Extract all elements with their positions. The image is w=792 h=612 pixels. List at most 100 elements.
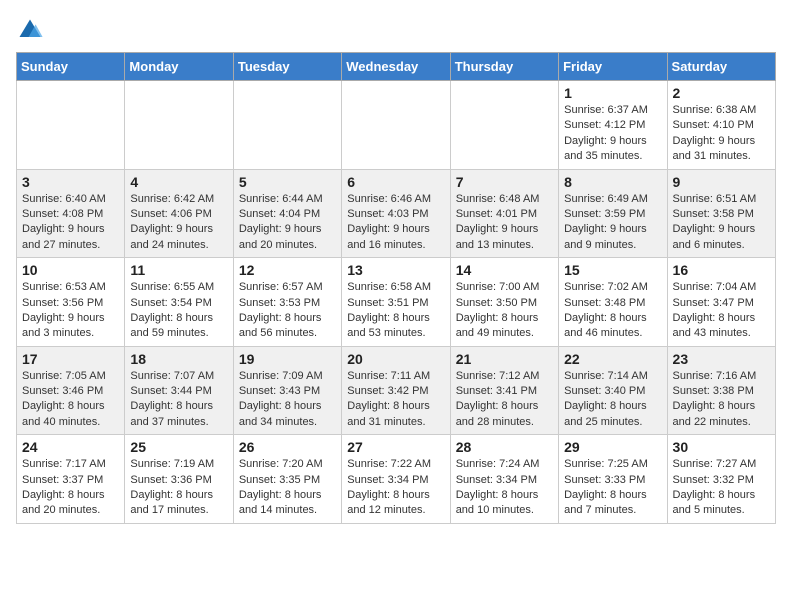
day-info: Sunrise: 6:57 AM Sunset: 3:53 PM Dayligh…	[239, 280, 336, 342]
column-header-sunday: Sunday	[17, 53, 125, 81]
calendar-cell: 10 Sunrise: 6:53 AM Sunset: 3:56 PM Dayli…	[17, 258, 125, 347]
day-number: 7	[456, 174, 553, 190]
day-info: Sunrise: 6:38 AM Sunset: 4:10 PM Dayligh…	[673, 103, 770, 165]
day-info: Sunrise: 7:00 AM Sunset: 3:50 PM Dayligh…	[456, 280, 553, 342]
calendar-cell: 23 Sunrise: 7:16 AM Sunset: 3:38 PM Dayli…	[667, 346, 775, 435]
calendar-cell: 5 Sunrise: 6:44 AM Sunset: 4:04 PM Daylig…	[233, 169, 341, 258]
day-number: 18	[130, 351, 227, 367]
day-number: 30	[673, 439, 770, 455]
day-number: 20	[347, 351, 444, 367]
calendar-cell: 30 Sunrise: 7:27 AM Sunset: 3:32 PM Dayli…	[667, 435, 775, 524]
day-info: Sunrise: 7:11 AM Sunset: 3:42 PM Dayligh…	[347, 369, 444, 431]
day-number: 1	[564, 85, 661, 101]
column-header-wednesday: Wednesday	[342, 53, 450, 81]
calendar-cell	[450, 81, 558, 170]
day-info: Sunrise: 7:27 AM Sunset: 3:32 PM Dayligh…	[673, 457, 770, 519]
day-info: Sunrise: 7:04 AM Sunset: 3:47 PM Dayligh…	[673, 280, 770, 342]
day-info: Sunrise: 7:16 AM Sunset: 3:38 PM Dayligh…	[673, 369, 770, 431]
day-info: Sunrise: 7:25 AM Sunset: 3:33 PM Dayligh…	[564, 457, 661, 519]
calendar-week-row: 24 Sunrise: 7:17 AM Sunset: 3:37 PM Dayli…	[17, 435, 776, 524]
day-number: 11	[130, 262, 227, 278]
calendar-cell: 16 Sunrise: 7:04 AM Sunset: 3:47 PM Dayli…	[667, 258, 775, 347]
column-header-saturday: Saturday	[667, 53, 775, 81]
calendar-cell: 7Sunrise: 6:48 AM Sunset: 4:01 PM Daylig…	[450, 169, 558, 258]
day-info: Sunrise: 7:02 AM Sunset: 3:48 PM Dayligh…	[564, 280, 661, 342]
calendar-header-row: SundayMondayTuesdayWednesdayThursdayFrid…	[17, 53, 776, 81]
calendar-cell: 22 Sunrise: 7:14 AM Sunset: 3:40 PM Dayli…	[559, 346, 667, 435]
column-header-thursday: Thursday	[450, 53, 558, 81]
day-number: 16	[673, 262, 770, 278]
calendar-cell: 1 Sunrise: 6:37 AM Sunset: 4:12 PM Daylig…	[559, 81, 667, 170]
logo	[16, 16, 48, 44]
day-info: Sunrise: 6:40 AM Sunset: 4:08 PM Dayligh…	[22, 192, 119, 254]
calendar-cell: 25 Sunrise: 7:19 AM Sunset: 3:36 PM Dayli…	[125, 435, 233, 524]
day-info: Sunrise: 6:49 AM Sunset: 3:59 PM Dayligh…	[564, 192, 661, 254]
day-number: 24	[22, 439, 119, 455]
calendar-cell: 3 Sunrise: 6:40 AM Sunset: 4:08 PM Daylig…	[17, 169, 125, 258]
day-number: 9	[673, 174, 770, 190]
day-number: 3	[22, 174, 119, 190]
day-number: 6	[347, 174, 444, 190]
calendar-cell: 12 Sunrise: 6:57 AM Sunset: 3:53 PM Dayli…	[233, 258, 341, 347]
day-info: Sunrise: 6:44 AM Sunset: 4:04 PM Dayligh…	[239, 192, 336, 254]
day-number: 2	[673, 85, 770, 101]
calendar-week-row: 1 Sunrise: 6:37 AM Sunset: 4:12 PM Daylig…	[17, 81, 776, 170]
calendar-week-row: 10 Sunrise: 6:53 AM Sunset: 3:56 PM Dayli…	[17, 258, 776, 347]
day-number: 25	[130, 439, 227, 455]
calendar-cell: 20 Sunrise: 7:11 AM Sunset: 3:42 PM Dayli…	[342, 346, 450, 435]
day-number: 17	[22, 351, 119, 367]
calendar-cell: 28 Sunrise: 7:24 AM Sunset: 3:34 PM Dayli…	[450, 435, 558, 524]
calendar-cell: 13 Sunrise: 6:58 AM Sunset: 3:51 PM Dayli…	[342, 258, 450, 347]
day-number: 23	[673, 351, 770, 367]
day-info: Sunrise: 6:46 AM Sunset: 4:03 PM Dayligh…	[347, 192, 444, 254]
day-number: 22	[564, 351, 661, 367]
day-info: Sunrise: 7:22 AM Sunset: 3:34 PM Dayligh…	[347, 457, 444, 519]
calendar-cell: 29 Sunrise: 7:25 AM Sunset: 3:33 PM Dayli…	[559, 435, 667, 524]
day-number: 28	[456, 439, 553, 455]
day-number: 21	[456, 351, 553, 367]
day-info: Sunrise: 6:42 AM Sunset: 4:06 PM Dayligh…	[130, 192, 227, 254]
day-info: Sunrise: 7:19 AM Sunset: 3:36 PM Dayligh…	[130, 457, 227, 519]
day-info: Sunrise: 6:37 AM Sunset: 4:12 PM Dayligh…	[564, 103, 661, 165]
day-number: 12	[239, 262, 336, 278]
calendar-cell: 24 Sunrise: 7:17 AM Sunset: 3:37 PM Dayli…	[17, 435, 125, 524]
day-info: Sunrise: 6:58 AM Sunset: 3:51 PM Dayligh…	[347, 280, 444, 342]
calendar-cell	[125, 81, 233, 170]
day-info: Sunrise: 7:14 AM Sunset: 3:40 PM Dayligh…	[564, 369, 661, 431]
day-number: 15	[564, 262, 661, 278]
calendar-cell	[342, 81, 450, 170]
day-info: Sunrise: 6:51 AM Sunset: 3:58 PM Dayligh…	[673, 192, 770, 254]
day-info: Sunrise: 7:05 AM Sunset: 3:46 PM Dayligh…	[22, 369, 119, 431]
day-number: 29	[564, 439, 661, 455]
calendar-cell: 15 Sunrise: 7:02 AM Sunset: 3:48 PM Dayli…	[559, 258, 667, 347]
day-info: Sunrise: 7:24 AM Sunset: 3:34 PM Dayligh…	[456, 457, 553, 519]
calendar-cell: 8Sunrise: 6:49 AM Sunset: 3:59 PM Daylig…	[559, 169, 667, 258]
calendar-cell: 6 Sunrise: 6:46 AM Sunset: 4:03 PM Daylig…	[342, 169, 450, 258]
calendar-cell: 11 Sunrise: 6:55 AM Sunset: 3:54 PM Dayli…	[125, 258, 233, 347]
calendar-cell: 9 Sunrise: 6:51 AM Sunset: 3:58 PM Daylig…	[667, 169, 775, 258]
logo-icon	[16, 16, 44, 44]
day-info: Sunrise: 7:09 AM Sunset: 3:43 PM Dayligh…	[239, 369, 336, 431]
column-header-friday: Friday	[559, 53, 667, 81]
day-info: Sunrise: 7:12 AM Sunset: 3:41 PM Dayligh…	[456, 369, 553, 431]
day-info: Sunrise: 7:17 AM Sunset: 3:37 PM Dayligh…	[22, 457, 119, 519]
calendar-cell	[17, 81, 125, 170]
calendar-cell: 18 Sunrise: 7:07 AM Sunset: 3:44 PM Dayli…	[125, 346, 233, 435]
calendar-cell: 27 Sunrise: 7:22 AM Sunset: 3:34 PM Dayli…	[342, 435, 450, 524]
day-number: 19	[239, 351, 336, 367]
calendar-week-row: 3 Sunrise: 6:40 AM Sunset: 4:08 PM Daylig…	[17, 169, 776, 258]
day-info: Sunrise: 7:07 AM Sunset: 3:44 PM Dayligh…	[130, 369, 227, 431]
day-number: 5	[239, 174, 336, 190]
calendar-table: SundayMondayTuesdayWednesdayThursdayFrid…	[16, 52, 776, 524]
day-info: Sunrise: 7:20 AM Sunset: 3:35 PM Dayligh…	[239, 457, 336, 519]
page-header	[16, 16, 776, 44]
column-header-tuesday: Tuesday	[233, 53, 341, 81]
day-number: 13	[347, 262, 444, 278]
day-info: Sunrise: 6:55 AM Sunset: 3:54 PM Dayligh…	[130, 280, 227, 342]
calendar-cell	[233, 81, 341, 170]
calendar-week-row: 17 Sunrise: 7:05 AM Sunset: 3:46 PM Dayli…	[17, 346, 776, 435]
day-number: 10	[22, 262, 119, 278]
day-number: 27	[347, 439, 444, 455]
day-number: 4	[130, 174, 227, 190]
day-info: Sunrise: 6:53 AM Sunset: 3:56 PM Dayligh…	[22, 280, 119, 342]
